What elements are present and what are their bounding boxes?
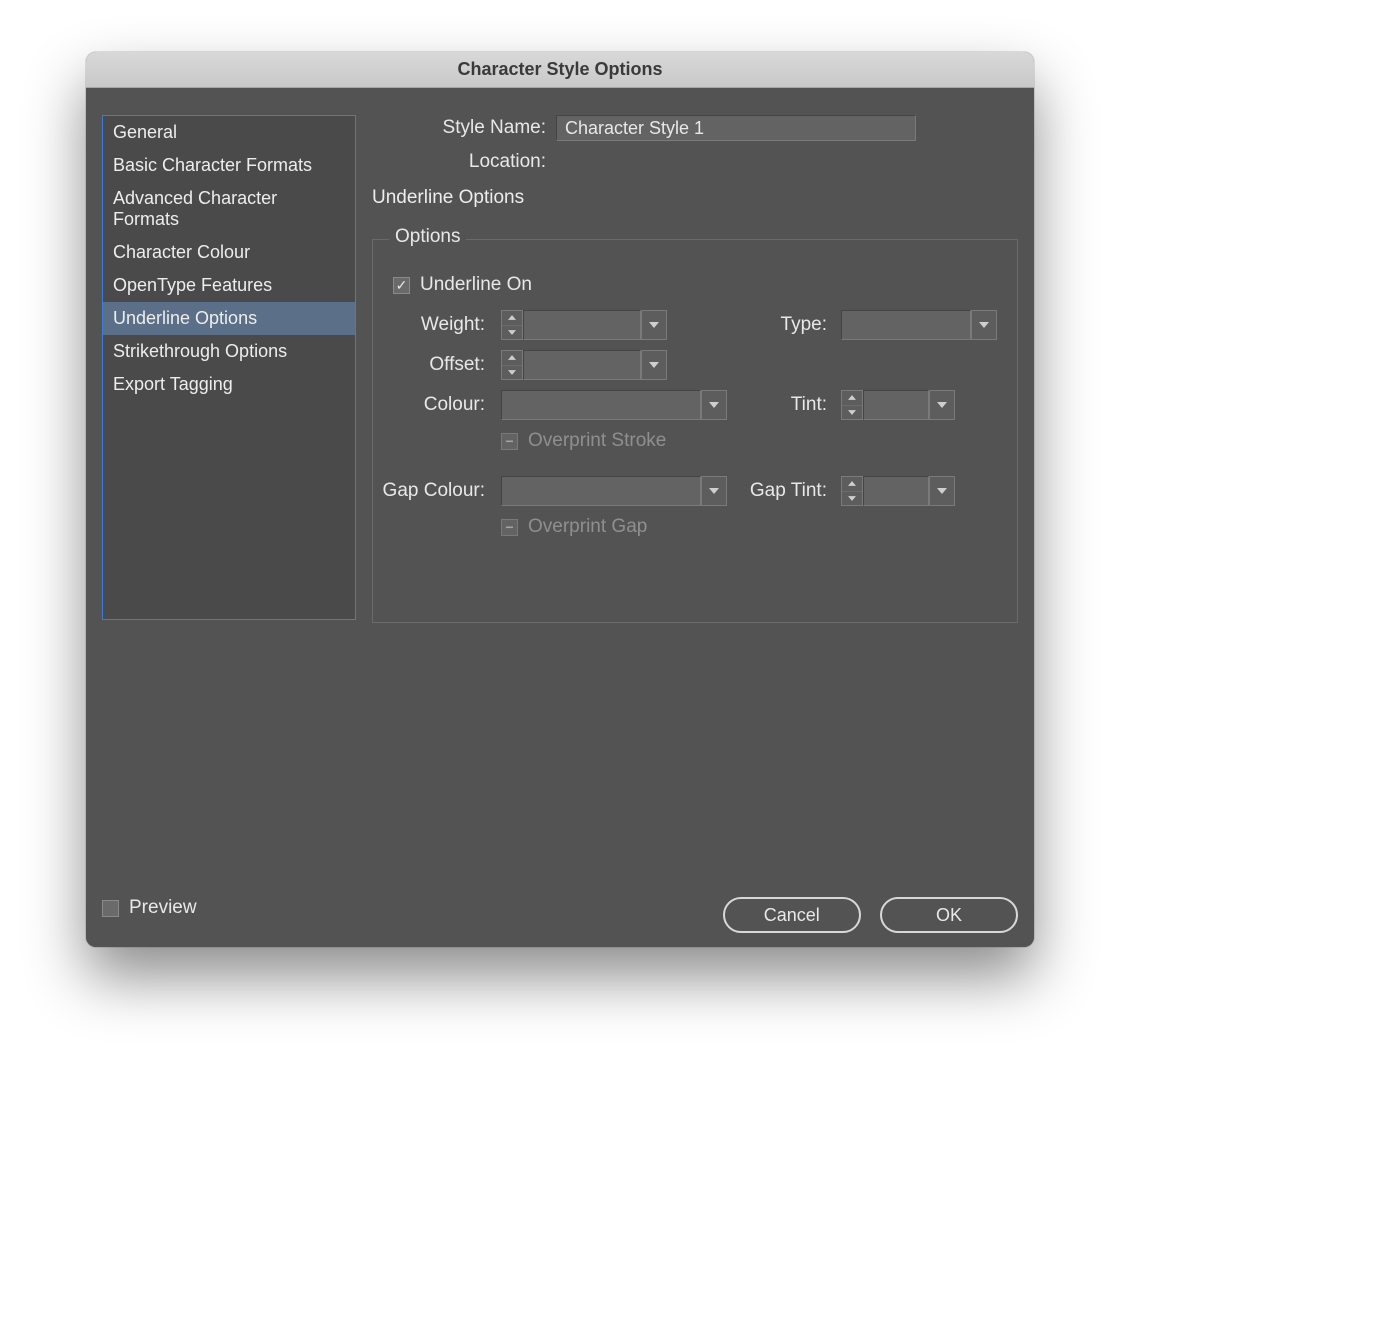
sidebar-item-label: Underline Options (113, 308, 257, 328)
weight-combo[interactable] (523, 310, 667, 340)
gap-tint-drop[interactable] (929, 476, 955, 506)
tint-field[interactable] (863, 390, 929, 420)
sidebar-item-character-colour[interactable]: Character Colour (103, 236, 355, 269)
gap-colour-field[interactable] (501, 476, 701, 506)
weight-stepper[interactable] (501, 310, 523, 340)
button-label: Cancel (764, 905, 820, 926)
chevron-up-icon[interactable] (502, 311, 522, 325)
overprint-stroke-label: Overprint Stroke (528, 430, 666, 452)
gap-tint-field[interactable] (863, 476, 929, 506)
underline-on-label: Underline On (420, 274, 532, 296)
sidebar-item-opentype-features[interactable]: OpenType Features (103, 269, 355, 302)
character-style-options-dialog: Character Style Options General Basic Ch… (86, 52, 1034, 947)
chevron-up-icon[interactable] (502, 351, 522, 365)
type-field[interactable] (841, 310, 971, 340)
gap-colour-label: Gap Colour: (381, 480, 493, 502)
weight-label: Weight: (393, 314, 493, 336)
chevron-up-icon[interactable] (842, 391, 862, 405)
category-list[interactable]: General Basic Character Formats Advanced… (102, 115, 356, 620)
sidebar-item-underline-options[interactable]: Underline Options (103, 302, 355, 335)
type-label: Type: (781, 314, 833, 336)
offset-combo[interactable] (523, 350, 667, 380)
sidebar-item-label: Export Tagging (113, 374, 233, 394)
overprint-gap-label: Overprint Gap (528, 516, 647, 538)
sidebar-item-label: Advanced Character Formats (113, 188, 277, 229)
style-name-row: Style Name: (372, 115, 1018, 141)
titlebar: Character Style Options (86, 52, 1034, 88)
style-name-label: Style Name: (372, 117, 556, 139)
tint-label: Tint: (791, 394, 833, 416)
chevron-up-icon[interactable] (842, 477, 862, 491)
colour-field[interactable] (501, 390, 701, 420)
sidebar-item-label: Basic Character Formats (113, 155, 312, 175)
sidebar-item-basic-character-formats[interactable]: Basic Character Formats (103, 149, 355, 182)
weight-drop[interactable] (641, 310, 667, 340)
preview-label: Preview (129, 897, 197, 919)
content-panel: Style Name: Location: Underline Options … (372, 115, 1018, 877)
sidebar-item-export-tagging[interactable]: Export Tagging (103, 368, 355, 401)
cancel-button[interactable]: Cancel (723, 897, 861, 933)
options-legend: Options (389, 226, 466, 248)
chevron-down-icon[interactable] (502, 325, 522, 340)
offset-drop[interactable] (641, 350, 667, 380)
sidebar-item-general[interactable]: General (103, 116, 355, 149)
ok-button[interactable]: OK (880, 897, 1018, 933)
sidebar-item-strikethrough-options[interactable]: Strikethrough Options (103, 335, 355, 368)
checkbox-icon (501, 433, 518, 450)
underline-on-checkbox[interactable]: Underline On (393, 274, 997, 296)
style-name-input[interactable] (556, 115, 916, 141)
button-label: OK (936, 905, 962, 926)
tint-combo[interactable] (863, 390, 955, 420)
gap-colour-drop[interactable] (701, 476, 727, 506)
tint-drop[interactable] (929, 390, 955, 420)
sidebar-item-label: OpenType Features (113, 275, 272, 295)
chevron-down-icon[interactable] (842, 405, 862, 420)
overprint-gap-checkbox: Overprint Gap (501, 516, 997, 538)
checkbox-icon (393, 277, 410, 294)
sidebar-item-label: General (113, 122, 177, 142)
gap-colour-combo[interactable] (501, 476, 755, 506)
gap-tint-label: Gap Tint: (750, 480, 833, 502)
chevron-down-icon[interactable] (502, 365, 522, 380)
checkbox-icon (501, 519, 518, 536)
location-row: Location: (372, 151, 1018, 173)
dialog-footer: Preview Cancel OK (102, 897, 1018, 933)
type-combo[interactable] (841, 310, 997, 340)
offset-label: Offset: (393, 354, 493, 376)
sidebar-item-advanced-character-formats[interactable]: Advanced Character Formats (103, 182, 355, 236)
sidebar-item-label: Strikethrough Options (113, 341, 287, 361)
options-grid: Weight: Type: (393, 310, 997, 552)
offset-stepper[interactable] (501, 350, 523, 380)
colour-drop[interactable] (701, 390, 727, 420)
location-label: Location: (372, 151, 556, 173)
options-group: Options Underline On Weight: (372, 239, 1018, 623)
chevron-down-icon[interactable] (842, 491, 862, 506)
gap-tint-stepper[interactable] (841, 476, 863, 506)
weight-field[interactable] (523, 310, 641, 340)
offset-field[interactable] (523, 350, 641, 380)
preview-checkbox[interactable]: Preview (102, 897, 197, 919)
checkbox-icon (102, 900, 119, 917)
colour-label: Colour: (393, 394, 493, 416)
tint-stepper[interactable] (841, 390, 863, 420)
colour-combo[interactable] (501, 390, 755, 420)
section-title: Underline Options (372, 187, 1018, 209)
gap-tint-combo[interactable] (863, 476, 955, 506)
dialog-body: General Basic Character Formats Advanced… (86, 88, 1034, 947)
type-drop[interactable] (971, 310, 997, 340)
sidebar-item-label: Character Colour (113, 242, 250, 262)
dialog-title: Character Style Options (457, 59, 662, 80)
overprint-stroke-checkbox: Overprint Stroke (501, 430, 997, 452)
